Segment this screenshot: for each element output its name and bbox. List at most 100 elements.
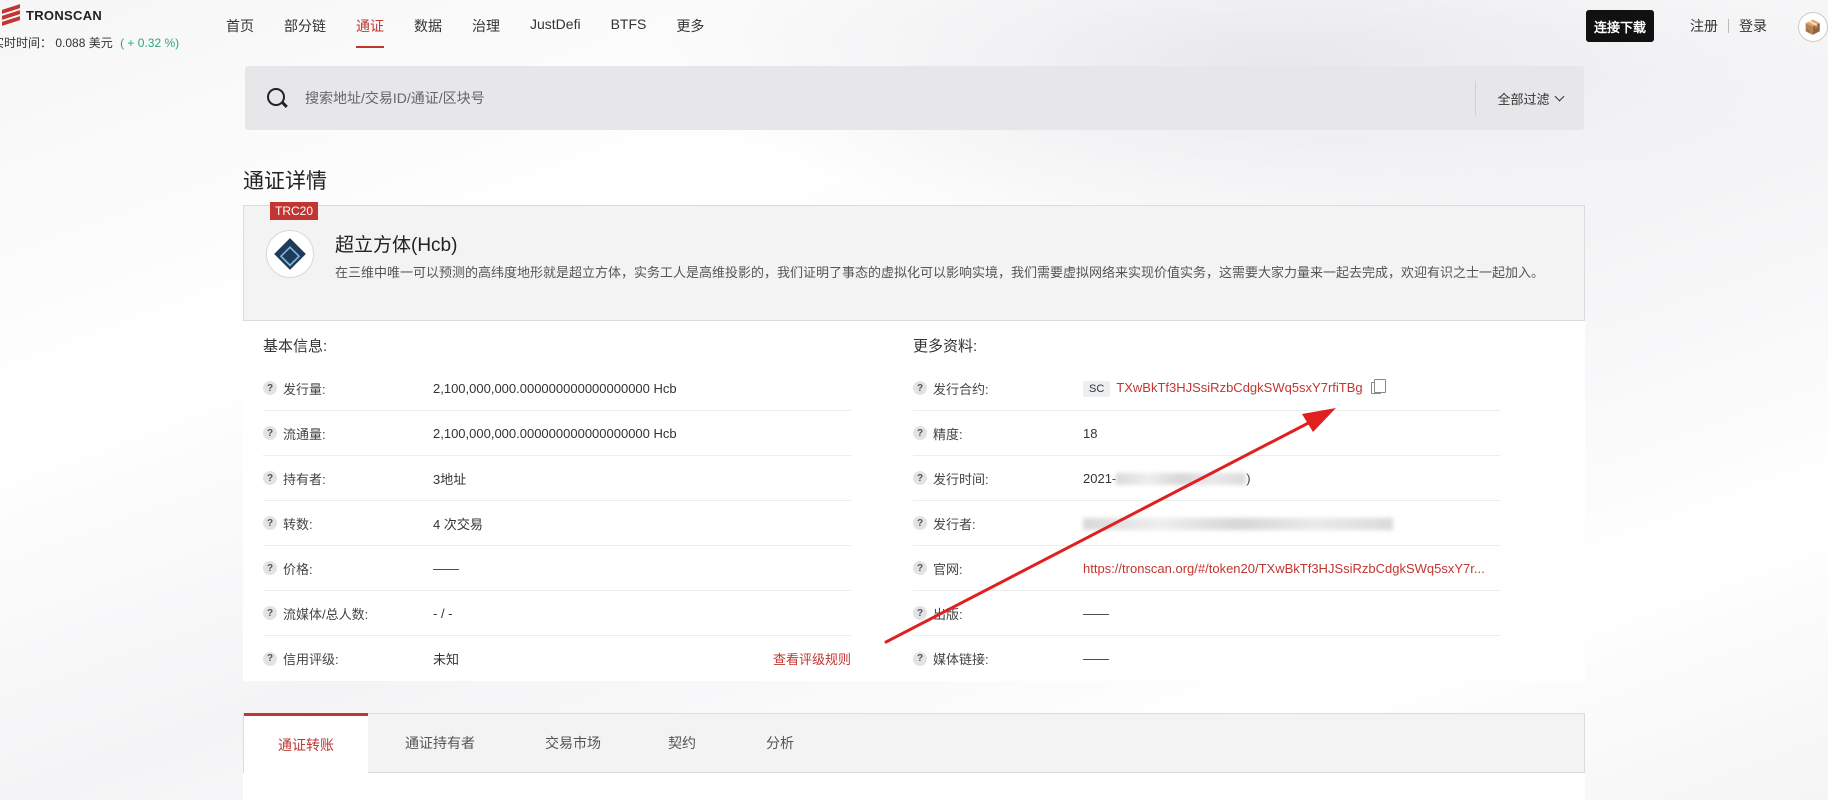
token-standard-badge: TRC20 xyxy=(270,202,319,220)
info-label: 信用评级: xyxy=(283,652,339,667)
info-value: 2,100,000,000.000000000000000000 Hcb xyxy=(433,425,677,441)
info-label: 发行者: xyxy=(933,516,976,532)
tronscan-logo[interactable]: TRONSCAN xyxy=(0,4,102,26)
price-ticker: 实时时间： 0.088 美元 ( + 0.32 %) xyxy=(0,34,179,51)
info-row-price: ? 价格: —— xyxy=(263,546,851,591)
login-link[interactable]: 登录 xyxy=(1739,16,1767,36)
nav-btfs[interactable]: BTFS xyxy=(611,16,647,48)
info-row-rating: ? 信用评级: 未知 查看评级规则 xyxy=(263,636,851,681)
copy-icon[interactable] xyxy=(1370,378,1386,394)
info-value: 2,100,000,000.000000000000000000 Hcb xyxy=(433,380,677,396)
more-info-list: ? 发行合约: SC TXwBkTf3HJSsiRzbCdgkSWq5sxY7rf… xyxy=(913,366,1500,681)
download-button[interactable]: 连接下载 xyxy=(1586,10,1654,42)
info-label: 媒体链接: xyxy=(933,652,989,667)
help-icon[interactable]: ? xyxy=(263,561,277,575)
help-icon[interactable]: ? xyxy=(913,426,927,440)
help-icon[interactable]: ? xyxy=(913,606,927,620)
info-row-decimals: ? 精度: 18 xyxy=(913,411,1500,456)
info-row-circulation: ? 流通量: 2,100,000,000.000000000000000000 … xyxy=(263,411,851,456)
ticker-price: 0.088 xyxy=(55,36,86,50)
tab-analytics[interactable]: 分析 xyxy=(730,714,830,772)
basic-info-list: ? 发行量: 2,100,000,000.000000000000000000 … xyxy=(263,366,851,681)
info-label: 官网: xyxy=(933,561,963,577)
auth-divider xyxy=(1728,19,1729,33)
search-filter-dropdown[interactable]: 全部过滤 xyxy=(1476,89,1584,108)
main-nav: 首页 部分链 通证 数据 治理 JustDefi BTFS 更多 xyxy=(226,16,734,48)
tab-content-area xyxy=(243,773,1585,800)
ticker-label: 实时时间： xyxy=(0,36,53,50)
tab-token-transfers[interactable]: 通证转账 xyxy=(244,713,368,773)
search-input[interactable] xyxy=(305,78,1475,118)
help-icon[interactable]: ? xyxy=(263,651,277,666)
info-row-issue-time: ? 发行时间: 2021-) xyxy=(913,456,1500,501)
token-info-panel: 基本信息: ? 发行量: 2,100,000,000.0000000000000… xyxy=(243,321,1585,681)
nav-governance[interactable]: 治理 xyxy=(472,16,500,48)
info-label: 流媒体/总人数: xyxy=(283,606,369,622)
rating-rules-link[interactable]: 查看评级规则 xyxy=(773,649,851,668)
info-label: 发行时间: xyxy=(933,471,989,487)
help-icon[interactable]: ? xyxy=(913,471,927,485)
help-icon[interactable]: ? xyxy=(263,426,277,440)
redacted-text xyxy=(1083,518,1393,531)
chevron-down-icon xyxy=(1554,91,1564,101)
info-label: 发行合约: xyxy=(933,381,989,397)
smart-contract-tag: SC xyxy=(1083,380,1111,397)
website-link[interactable]: https://tronscan.org/#/token20/TXwBkTf3H… xyxy=(1083,561,1485,576)
help-icon[interactable]: ? xyxy=(913,381,927,395)
info-value: —— xyxy=(433,560,459,576)
search-icon[interactable] xyxy=(245,66,305,130)
nav-data[interactable]: 数据 xyxy=(414,16,442,48)
info-value: 未知 xyxy=(433,652,460,667)
info-value: 18 xyxy=(1083,425,1098,441)
issue-time-value: 2021-) xyxy=(1083,471,1251,486)
register-link[interactable]: 注册 xyxy=(1690,16,1718,36)
help-icon[interactable]: ? xyxy=(913,561,927,575)
hypercube-icon xyxy=(274,238,306,270)
tron-logo-icon xyxy=(0,4,22,26)
ticker-currency: 美元 xyxy=(88,36,113,50)
nav-tokens[interactable]: 通证 xyxy=(356,16,384,48)
info-row-transfers: ? 转数: 4 次交易 xyxy=(263,501,851,546)
basic-info-title: 基本信息: xyxy=(263,338,328,355)
info-row-holders: ? 持有者: 3地址 xyxy=(263,456,851,501)
info-row-whitepaper: ? 出版: —— xyxy=(913,591,1500,636)
token-name: 超立方体(Hcb) xyxy=(335,235,458,256)
help-icon[interactable]: ? xyxy=(913,516,927,530)
tab-contract[interactable]: 契约 xyxy=(634,714,730,772)
help-icon[interactable]: ? xyxy=(263,381,277,395)
contract-address-link[interactable]: TXwBkTf3HJSsiRzbCdgkSWq5sxY7rfiTBg xyxy=(1116,380,1362,395)
issuer-value xyxy=(1083,516,1393,531)
token-logo xyxy=(266,230,314,278)
tab-token-holders[interactable]: 通证持有者 xyxy=(368,714,512,772)
nav-home[interactable]: 首页 xyxy=(226,16,254,48)
info-row-issuer: ? 发行者: xyxy=(913,501,1500,546)
info-value: 3地址 xyxy=(433,471,467,487)
info-label: 价格: xyxy=(283,561,313,577)
help-icon[interactable]: ? xyxy=(263,606,277,620)
page-title: 通证详情 xyxy=(243,170,327,193)
info-value: —— xyxy=(1083,651,1109,666)
info-label: 出版: xyxy=(933,606,963,622)
info-label: 转数: xyxy=(283,516,313,532)
search-bar: 全部过滤 xyxy=(245,66,1584,130)
nav-more[interactable]: 更多 xyxy=(676,16,704,48)
auth-links: 注册 登录 xyxy=(1690,16,1767,36)
info-row-supply: ? 发行量: 2,100,000,000.000000000000000000 … xyxy=(263,366,851,411)
nav-justdefi[interactable]: JustDefi xyxy=(530,16,581,48)
help-icon[interactable]: ? xyxy=(263,471,277,485)
ticker-change: ( + 0.32 %) xyxy=(120,36,180,50)
help-icon[interactable]: ? xyxy=(913,651,927,666)
info-label: 发行量: xyxy=(283,381,326,397)
info-row-website: ? 官网: https://tronscan.org/#/token20/TXw… xyxy=(913,546,1500,591)
info-label: 精度: xyxy=(933,426,963,442)
info-label: 流通量: xyxy=(283,426,326,442)
info-value: —— xyxy=(1083,605,1109,621)
tab-exchange[interactable]: 交易市场 xyxy=(512,714,634,772)
brand-name: TRONSCAN xyxy=(26,7,103,23)
redacted-text xyxy=(1116,473,1247,486)
nav-sidechain[interactable]: 部分链 xyxy=(284,16,326,48)
issue-time-suffix: ) xyxy=(1246,470,1251,486)
cube-icon[interactable]: 📦 xyxy=(1798,12,1828,42)
search-filter-label: 全部过滤 xyxy=(1497,91,1550,107)
help-icon[interactable]: ? xyxy=(263,516,277,530)
